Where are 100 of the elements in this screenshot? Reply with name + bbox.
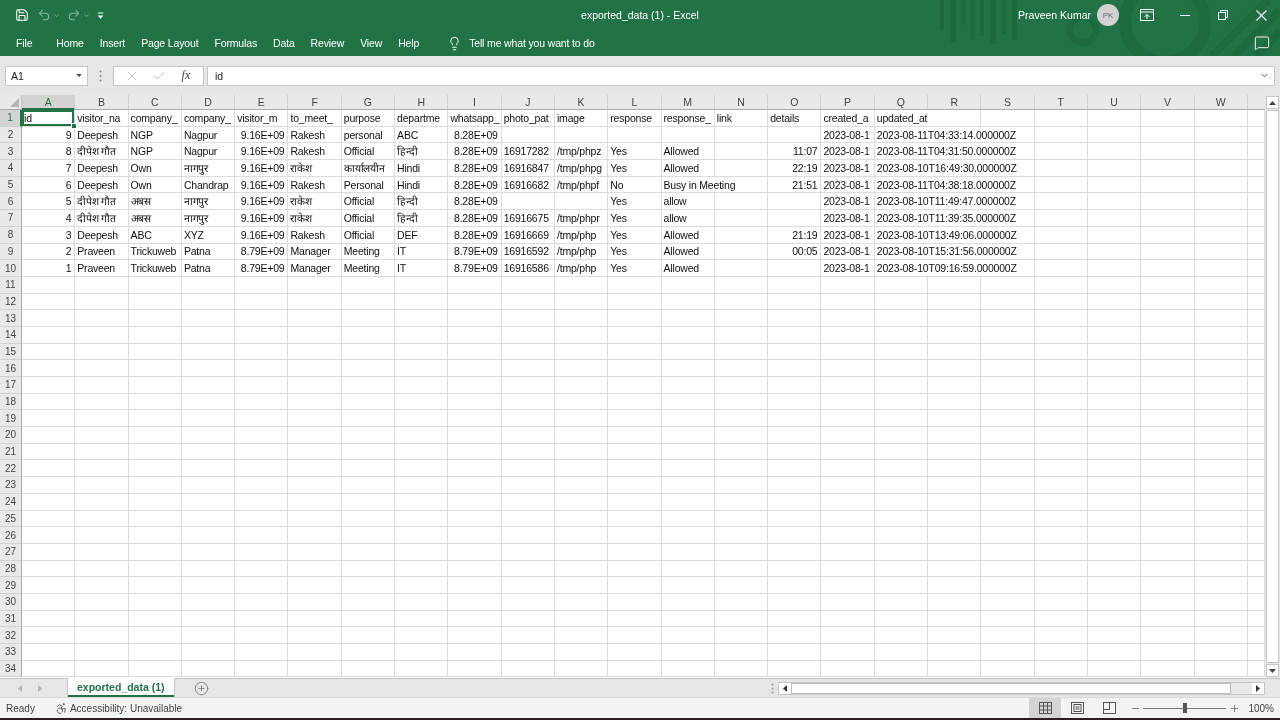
ribbon-tab[interactable]: Help xyxy=(390,31,428,55)
sheet-cell[interactable]: 8 xyxy=(22,143,76,161)
sheet-cell[interactable]: Praveen xyxy=(75,243,129,261)
sheet-cell[interactable]: 5 xyxy=(22,193,76,211)
sheet-cell[interactable]: created_a xyxy=(821,110,875,127)
sheet-cell[interactable]: Official xyxy=(341,143,396,161)
sheet-cell[interactable]: हिन्दी xyxy=(395,143,449,161)
sheet-cell[interactable]: details xyxy=(768,110,822,127)
row-header[interactable]: 13 xyxy=(0,310,22,327)
scrollbar-thumb[interactable] xyxy=(791,682,1231,694)
sheet-cell[interactable]: 16916847 xyxy=(501,160,555,177)
sheet-cell[interactable]: Rakesh xyxy=(288,226,342,244)
sheet-cell[interactable]: visitor_na xyxy=(75,110,129,127)
sheet-cell[interactable]: 9.16E+09 xyxy=(235,210,289,227)
row-header[interactable]: 29 xyxy=(0,577,22,594)
sheet-cell[interactable]: Rakesh xyxy=(288,176,342,194)
sheet-cell[interactable]: 8.28E+09 xyxy=(448,176,502,194)
sheet-cell[interactable]: 6 xyxy=(22,176,76,194)
sheet-cell[interactable]: 2023-08-1 xyxy=(821,160,875,177)
sheet-cell[interactable]: /tmp/phpz xyxy=(554,143,609,161)
scrollbar-thumb[interactable] xyxy=(1266,110,1279,663)
sheet-cell[interactable]: 21:51 xyxy=(768,176,822,194)
sheet-cell[interactable]: 16916682 xyxy=(501,176,555,194)
sheet-cell[interactable]: response_ xyxy=(661,110,715,127)
sheet-cell[interactable]: 2023-08-1 xyxy=(821,193,875,211)
column-header[interactable]: S xyxy=(981,95,1035,110)
sheet-cell[interactable]: 2023-08-10T09:16:59.000000Z xyxy=(874,260,1035,277)
insert-function-button[interactable]: fx xyxy=(179,68,193,83)
column-header[interactable]: J xyxy=(501,95,555,110)
sheet-cell[interactable]: दीपेश गौत xyxy=(75,193,129,211)
sheet-cell[interactable]: हिन्दी xyxy=(395,210,449,227)
row-header[interactable]: 16 xyxy=(0,360,22,377)
sheet-cell[interactable]: 8.28E+09 xyxy=(448,210,502,227)
sheet-cell[interactable]: 8.79E+09 xyxy=(235,243,289,261)
sheet-cell[interactable]: Patna xyxy=(181,260,236,277)
ribbon-tab[interactable]: Data xyxy=(265,31,303,55)
row-header[interactable]: 3 xyxy=(0,143,22,161)
sheet-cell[interactable]: 22:19 xyxy=(768,160,822,177)
sheet-cell[interactable]: 2023-08-11T04:31:50.000000Z xyxy=(874,143,1035,161)
sheet-cell[interactable]: Patna xyxy=(181,243,236,261)
sheet-cell[interactable]: image xyxy=(554,110,609,127)
ribbon-tab[interactable]: Insert xyxy=(91,31,134,55)
sheet-cell[interactable]: 11:07 xyxy=(768,143,822,161)
sheet-cell[interactable]: 9.16E+09 xyxy=(235,143,289,161)
sheet-cell[interactable]: Nagpur xyxy=(181,126,236,144)
sheet-cell[interactable]: 2023-08-1 xyxy=(821,226,875,244)
sheet-cell[interactable]: whatsapp_ xyxy=(448,110,502,127)
column-header[interactable]: T xyxy=(1034,95,1088,110)
column-header[interactable]: D xyxy=(181,95,236,110)
sheet-cell[interactable]: allow xyxy=(661,193,715,211)
sheet-cell[interactable]: 16916586 xyxy=(501,260,555,277)
name-box[interactable]: A1 xyxy=(5,65,88,86)
row-header[interactable]: 1 xyxy=(0,110,22,127)
sheet-cell[interactable]: राकेश xyxy=(288,210,342,227)
sheet-cell[interactable]: 2023-08-1 xyxy=(821,243,875,261)
sheet-cell[interactable]: NGP xyxy=(128,143,182,161)
row-header[interactable]: 10 xyxy=(0,260,22,277)
sheet-cell[interactable]: 9.16E+09 xyxy=(235,160,289,177)
sheet-cell[interactable]: 2023-08-10T11:39:35.000000Z xyxy=(874,210,1035,227)
sheet-cell[interactable]: 1 xyxy=(22,260,76,277)
tell-me-search[interactable]: Tell me what you want to do xyxy=(443,31,599,55)
row-header[interactable]: 20 xyxy=(0,427,22,444)
sheet-cell[interactable]: 2023-08-1 xyxy=(821,210,875,227)
sheet-cell[interactable]: नागपुर xyxy=(181,160,236,177)
column-header[interactable]: V xyxy=(1141,95,1195,110)
sheet-cell[interactable]: Allowed xyxy=(661,260,715,277)
column-header[interactable]: K xyxy=(554,95,609,110)
sheet-cell[interactable]: नागपुर xyxy=(181,193,236,211)
sheet-cell[interactable]: 16916675 xyxy=(501,210,555,227)
sheet-cell[interactable]: Official xyxy=(341,210,396,227)
sheet-cell[interactable]: 2023-08-10T16:49:30.000000Z xyxy=(874,160,1035,177)
sheet-cell[interactable]: 9.16E+09 xyxy=(235,226,289,244)
sheet-cell[interactable]: Hindi xyxy=(395,160,449,177)
sheet-cell[interactable]: 9.16E+09 xyxy=(235,193,289,211)
sheet-cell[interactable]: /tmp/phpf xyxy=(554,176,609,194)
sheet-cell[interactable]: दीपेश गौत xyxy=(75,143,129,161)
sheet-cell[interactable]: Trickuweb xyxy=(128,260,182,277)
horizontal-scrollbar[interactable] xyxy=(778,681,1265,695)
sheet-cell[interactable]: Allowed xyxy=(661,160,715,177)
sheet-cell[interactable]: Yes xyxy=(608,193,662,211)
sheet-cell[interactable]: No xyxy=(608,176,662,194)
sheet-cell[interactable]: Official xyxy=(341,226,396,244)
ribbon-tab[interactable]: Formulas xyxy=(206,31,265,55)
row-header[interactable]: 32 xyxy=(0,627,22,644)
sheet-cell[interactable]: link xyxy=(714,110,769,127)
sheet-cell[interactable]: personal xyxy=(341,126,396,144)
sheet-cell[interactable]: Yes xyxy=(608,160,662,177)
sheet-cell[interactable]: 2023-08-10T11:49:47.000000Z xyxy=(874,193,1035,211)
zoom-level[interactable]: 100% xyxy=(1240,698,1280,718)
sheet-cell[interactable]: नागपुर xyxy=(181,210,236,227)
sheet-cell[interactable]: DEF xyxy=(395,226,449,244)
sheet-cell[interactable]: departme xyxy=(395,110,449,127)
sheet-cell[interactable]: visitor_m xyxy=(235,110,289,127)
row-header[interactable]: 22 xyxy=(0,460,22,478)
row-header[interactable]: 33 xyxy=(0,644,22,661)
sheet-cell[interactable]: IT xyxy=(395,243,449,261)
ribbon-tab[interactable]: Review xyxy=(302,31,353,55)
sheet-cell[interactable]: response xyxy=(608,110,662,127)
sheet-cell[interactable]: 21:19 xyxy=(768,226,822,244)
sheet-tab[interactable]: exported_data (1) xyxy=(68,678,174,697)
